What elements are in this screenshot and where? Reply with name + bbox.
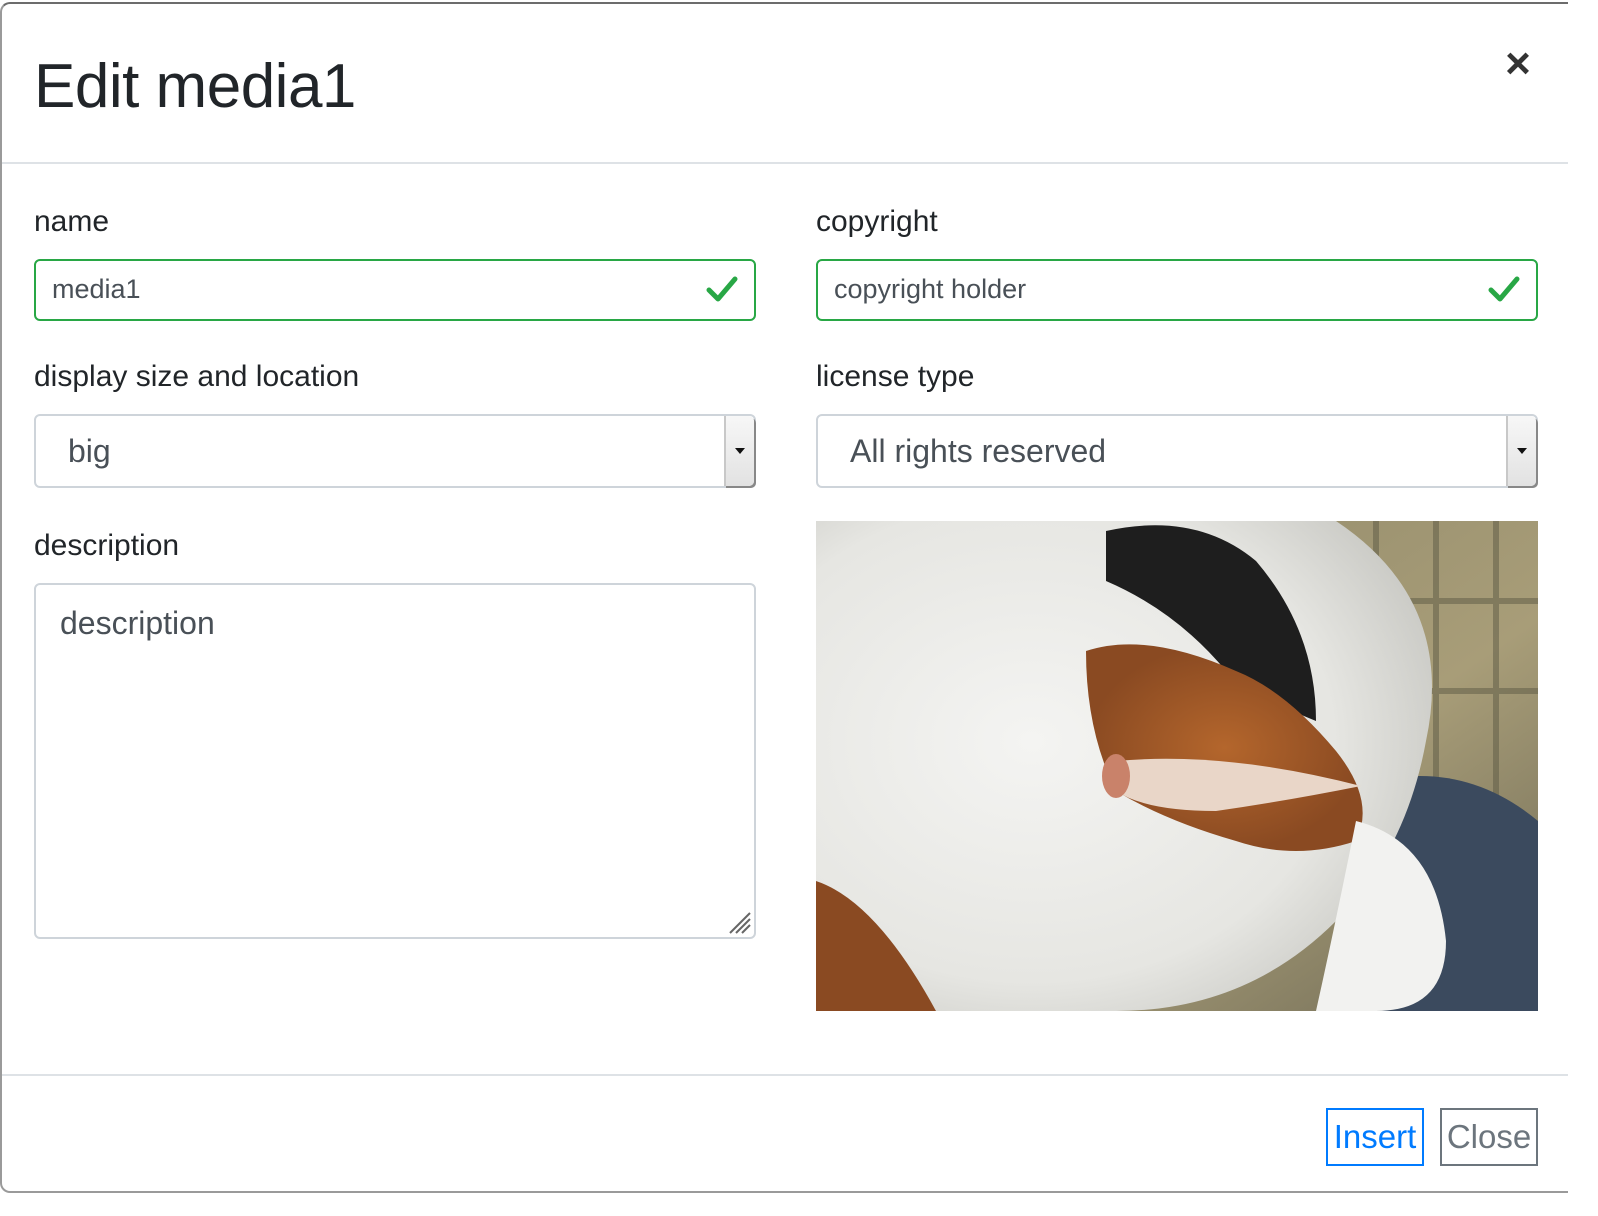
copyright-label: copyright (816, 205, 938, 238)
display-size-value: big (68, 433, 111, 469)
modal-header: Edit media1 × (2, 4, 1568, 164)
check-icon (1488, 276, 1520, 302)
copyright-value: copyright holder (834, 274, 1027, 304)
name-input[interactable]: media1 (34, 259, 756, 321)
modal-footer: Insert Close (2, 1074, 1568, 1193)
display-size-label: display size and location (34, 360, 360, 393)
media-preview-image (816, 521, 1538, 1011)
name-label: name (34, 205, 110, 238)
name-value: media1 (52, 274, 141, 304)
license-type-value: All rights reserved (850, 433, 1107, 469)
close-button[interactable]: Close (1440, 1108, 1538, 1166)
resize-handle-icon[interactable] (724, 907, 752, 935)
insert-button[interactable]: Insert (1326, 1108, 1424, 1166)
description-textarea[interactable]: description (34, 583, 756, 939)
description-label: description (34, 529, 180, 562)
cat-photo (816, 521, 1538, 1011)
chevron-down-icon[interactable] (724, 416, 754, 486)
copyright-input[interactable]: copyright holder (816, 259, 1538, 321)
chevron-down-icon[interactable] (1506, 416, 1536, 486)
check-icon (706, 276, 738, 302)
modal-title: Edit media1 (34, 52, 356, 121)
display-size-select[interactable]: big (34, 414, 756, 488)
license-type-select[interactable]: All rights reserved (816, 414, 1538, 488)
close-icon[interactable]: × (1498, 42, 1538, 86)
license-type-label: license type (816, 360, 975, 393)
description-placeholder: description (60, 605, 215, 641)
edit-media-modal: Edit media1 × name media1 copyright copy… (0, 2, 1568, 1193)
